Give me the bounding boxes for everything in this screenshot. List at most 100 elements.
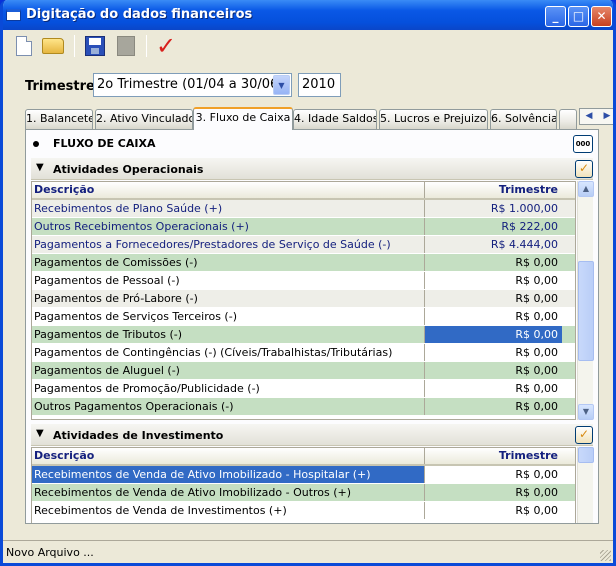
scroll-up-icon[interactable]: ▲	[578, 181, 594, 197]
open-folder-icon	[42, 38, 64, 54]
table-row[interactable]: Pagamentos de Contingências (-) (Cíveis/…	[32, 344, 575, 362]
tab-overflow[interactable]	[559, 109, 577, 129]
confirm-checkmark-icon: ✓	[155, 32, 177, 60]
section-check-button[interactable]	[575, 160, 593, 178]
table-row[interactable]: Outros Pagamentos Operacionais (-) R$ 0,0…	[32, 398, 575, 416]
row-desc: Pagamentos de Promoção/Publicidade (-)	[34, 382, 260, 395]
row-value[interactable]: R$ 0,00	[424, 466, 562, 483]
window-title: Digitação do dados financeiros	[26, 7, 253, 22]
trimestre-selected-value: 2o Trimestre (01/04 a 30/06)	[97, 77, 284, 92]
investimento-scrollbar[interactable]	[577, 447, 594, 523]
col-descricao-header[interactable]: Descrição	[32, 182, 424, 198]
new-document-button[interactable]	[11, 33, 37, 59]
row-value[interactable]: R$ 0,00	[424, 272, 562, 289]
table-row[interactable]: Pagamentos de Pró-Labore (-) R$ 0,00	[32, 290, 575, 308]
tab-lucros-e-prejuizos[interactable]: 5. Lucros e Prejuizos	[379, 109, 488, 129]
row-desc: Pagamentos de Contingências (-) (Cíveis/…	[34, 346, 393, 359]
table-row[interactable]: Recebimentos de Plano Saúde (+) R$ 1.000,…	[32, 200, 575, 218]
row-desc: Pagamentos de Pró-Labore (-)	[34, 292, 198, 305]
row-value[interactable]: R$ 0,00	[424, 254, 562, 271]
trimestre-label: Trimestre	[25, 79, 95, 94]
row-value[interactable]: R$ 0,00	[424, 484, 562, 501]
tab-balancete[interactable]: 1. Balancete	[25, 109, 93, 129]
row-value[interactable]: R$ 4.444,00	[424, 236, 562, 253]
tab-fluxo-de-caixa[interactable]: 3. Fluxo de Caixa	[193, 107, 293, 130]
row-value[interactable]: R$ 0,00	[424, 380, 562, 397]
table-row[interactable]: Recebimentos de Venda de Ativo Imobiliza…	[32, 466, 575, 484]
tab-solvencia[interactable]: 6. Solvência	[490, 109, 557, 129]
row-value-selected[interactable]: R$ 0,00	[424, 326, 562, 343]
table-row[interactable]: Recebimentos de Venda de Ativo Imobiliza…	[32, 484, 575, 502]
table-row[interactable]: Recebimentos de Venda de Investimentos (…	[32, 502, 575, 520]
section-check-button[interactable]	[575, 426, 593, 444]
minimize-button[interactable]: _	[545, 6, 566, 27]
table-row[interactable]: Pagamentos de Pessoal (-) R$ 0,00	[32, 272, 575, 290]
save-button[interactable]	[82, 33, 108, 59]
save-disk-icon	[85, 36, 105, 56]
col-trimestre-header[interactable]: Trimestre	[424, 448, 562, 464]
row-desc: Outros Recebimentos Operacionais (+)	[34, 220, 249, 233]
row-desc: Recebimentos de Venda de Ativo Imobiliza…	[34, 486, 352, 499]
col-trimestre-header[interactable]: Trimestre	[424, 182, 562, 198]
operacionais-scrollbar[interactable]: ▲ ▼	[577, 181, 594, 420]
collapse-triangle-icon[interactable]: ▼	[36, 428, 44, 439]
grid-header: Descrição Trimestre	[32, 448, 575, 466]
table-row[interactable]: Pagamentos de Serviços Terceiros (-) R$ 0…	[32, 308, 575, 326]
bullet-icon	[33, 141, 39, 147]
row-value[interactable]: R$ 0,00	[424, 344, 562, 361]
trimestre-select[interactable]: 2o Trimestre (01/04 a 30/06) ▼	[93, 73, 292, 97]
tab-strip: 1. Balancete 2. Ativo Vinculado 3. Fluxo…	[25, 107, 613, 130]
scroll-thumb[interactable]	[578, 447, 594, 463]
table-row[interactable]: Pagamentos de Aluguel (-) R$ 0,00	[32, 362, 575, 380]
close-button[interactable]: ✕	[591, 6, 612, 27]
confirm-button[interactable]: ✓	[153, 33, 179, 59]
row-value[interactable]: R$ 0,00	[424, 362, 562, 379]
table-row[interactable]: Pagamentos de Tributos (-) R$ 0,00	[32, 326, 575, 344]
tab-ativo-vinculado[interactable]: 2. Ativo Vinculado	[95, 109, 193, 129]
row-value[interactable]: R$ 0,00	[424, 290, 562, 307]
maximize-button[interactable]: □	[568, 6, 589, 27]
row-value[interactable]: R$ 0,00	[424, 308, 562, 325]
table-row[interactable]: Outros Recebimentos Operacionais (+) R$ 2…	[32, 218, 575, 236]
table-row[interactable]: Pagamentos de Comissões (-) R$ 0,00	[32, 254, 575, 272]
title-bar[interactable]: Digitação do dados financeiros _ □ ✕	[3, 0, 613, 30]
row-desc: Recebimentos de Plano Saúde (+)	[34, 202, 223, 215]
format-000-button[interactable]: 000	[573, 135, 593, 153]
year-input[interactable]: 2010	[298, 73, 341, 97]
row-value[interactable]: R$ 0,00	[424, 398, 562, 415]
section-header[interactable]: ▼ Atividades de Investimento	[31, 424, 593, 446]
row-desc: Pagamentos de Serviços Terceiros (-)	[34, 310, 237, 323]
col-descricao-header[interactable]: Descrição	[32, 448, 424, 464]
toolbar: ✓	[3, 30, 613, 64]
collapse-triangle-icon[interactable]: ▼	[36, 162, 44, 173]
fluxo-header: FLUXO DE CAIXA 000	[31, 135, 593, 153]
scroll-down-icon[interactable]: ▼	[578, 404, 594, 420]
row-desc: Outros Pagamentos Operacionais (-)	[34, 400, 234, 413]
resize-grip-icon[interactable]	[600, 550, 611, 561]
table-row[interactable]: Pagamentos a Fornecedores/Prestadores de…	[32, 236, 575, 254]
row-value[interactable]: R$ 222,00	[424, 218, 562, 235]
tab-idade-saldos[interactable]: 4. Idade Saldos	[293, 109, 377, 129]
tab-scroll-left-icon[interactable]: ◀	[580, 109, 598, 124]
toolbar-separator	[146, 35, 147, 57]
open-button[interactable]	[40, 33, 66, 59]
fluxo-title: FLUXO DE CAIXA	[53, 137, 156, 150]
section-operacionais: ▼ Atividades Operacionais Descrição Trim…	[31, 158, 594, 424]
window-icon	[6, 9, 21, 21]
grid-header: Descrição Trimestre	[32, 182, 575, 200]
tab-scroll-right-icon[interactable]: ▶	[598, 109, 613, 124]
fluxo-panel: FLUXO DE CAIXA 000 ▼ Atividades Operacio…	[25, 129, 599, 524]
investimento-grid: Descrição Trimestre Recebimentos de Vend…	[31, 447, 576, 523]
row-value[interactable]: R$ 1.000,00	[424, 200, 562, 217]
row-desc: Pagamentos de Pessoal (-)	[34, 274, 180, 287]
table-row[interactable]: Pagamentos de Promoção/Publicidade (-) R$…	[32, 380, 575, 398]
section-title: Atividades de Investimento	[53, 429, 224, 442]
disabled-button[interactable]	[113, 33, 139, 59]
tab-scroll-buttons: ◀ ▶	[579, 108, 613, 125]
row-desc: Pagamentos de Comissões (-)	[34, 256, 198, 269]
row-value[interactable]: R$ 0,00	[424, 502, 562, 519]
row-desc: Recebimentos de Venda de Investimentos (…	[34, 504, 287, 517]
section-header[interactable]: ▼ Atividades Operacionais	[31, 158, 593, 180]
chevron-down-icon[interactable]: ▼	[273, 75, 290, 95]
scroll-thumb[interactable]	[578, 261, 594, 361]
